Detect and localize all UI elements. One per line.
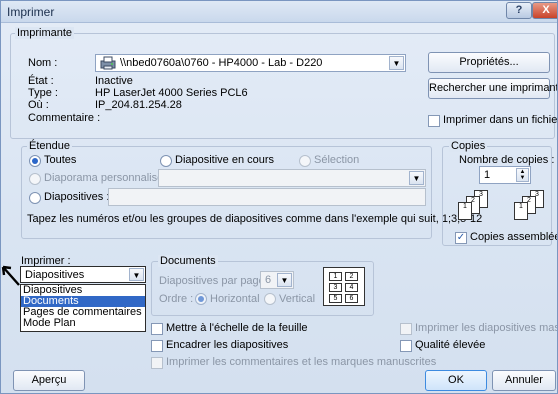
- preview-button[interactable]: Aperçu: [13, 370, 85, 391]
- print-what-select[interactable]: Diapositives ▼: [20, 266, 146, 283]
- slides-range-input[interactable]: [108, 188, 426, 206]
- comment-label: Commentaire :: [28, 112, 101, 124]
- printer-name-value: \\nbed0760a\0760 - HP4000 - Lab - D220: [120, 57, 323, 69]
- range-custom-label: Diaporama personnalisé :: [44, 172, 170, 184]
- copies-count-value: 1: [484, 169, 491, 181]
- print-what-dropdown[interactable]: Diapositives Documents Pages de commenta…: [20, 284, 146, 332]
- printer-name-label: Nom :: [28, 57, 58, 69]
- spin-arrows-icon[interactable]: ▲ ▼: [516, 168, 529, 182]
- chevron-down-icon[interactable]: ▼: [409, 171, 424, 185]
- copies-count-label: Nombre de copies :: [459, 154, 555, 166]
- scale-to-page-checkbox[interactable]: [151, 323, 163, 335]
- range-selection-label: Sélection: [314, 154, 360, 166]
- where-value: IP_204.81.254.28: [95, 99, 182, 111]
- range-current-radio[interactable]: [160, 155, 172, 167]
- range-selection-radio[interactable]: [299, 155, 311, 167]
- cancel-button[interactable]: Annuler: [492, 370, 556, 391]
- range-all-label: Toutes: [44, 154, 77, 166]
- handouts-group-label: Documents: [158, 255, 218, 267]
- order-horizontal-label: Horizontal: [210, 293, 260, 305]
- per-page-select[interactable]: 6 ▼: [260, 271, 294, 289]
- copies-group-label: Copies: [449, 140, 488, 152]
- close-button[interactable]: X: [532, 2, 557, 19]
- copies-count-input[interactable]: 1 ▲ ▼: [479, 166, 531, 184]
- range-all-radio[interactable]: [29, 155, 41, 167]
- order-label: Ordre :: [159, 293, 194, 305]
- window-title: Imprimer: [7, 5, 55, 19]
- type-value: HP LaserJet 4000 Series PCL6: [95, 87, 248, 99]
- high-quality-checkbox[interactable]: [400, 340, 412, 352]
- high-quality-label: Qualité élevée: [415, 339, 486, 351]
- find-printer-button[interactable]: Rechercher une imprimante...: [428, 78, 557, 99]
- print-to-file-label: Imprimer dans un fichier: [443, 114, 558, 126]
- order-vertical-label: Vertical: [279, 293, 316, 305]
- range-custom-radio[interactable]: [29, 173, 41, 185]
- print-comments-checkbox[interactable]: [151, 357, 163, 369]
- printer-name-select[interactable]: \\nbed0760a\0760 - HP4000 - Lab - D220 ▼: [95, 54, 406, 72]
- collate-checkbox[interactable]: ✓: [455, 232, 467, 244]
- custom-show-select[interactable]: ▼: [158, 169, 426, 187]
- chevron-down-icon[interactable]: ▼: [277, 273, 292, 287]
- per-page-label: Diapositives par page :: [159, 275, 271, 287]
- range-slides-radio[interactable]: [29, 192, 41, 204]
- printer-icon: [100, 56, 116, 70]
- range-current-label: Diapositive en cours: [175, 154, 275, 166]
- help-button[interactable]: ?: [506, 2, 532, 19]
- status-label: État :: [28, 75, 54, 87]
- scale-to-page-label: Mettre à l'échelle de la feuille: [166, 322, 308, 334]
- ok-button[interactable]: OK: [425, 370, 487, 391]
- print-hidden-slides-label: Imprimer les diapositives masquées: [415, 322, 557, 334]
- print-hidden-slides-checkbox[interactable]: [400, 323, 412, 335]
- chevron-down-icon[interactable]: ▼: [129, 268, 144, 281]
- print-to-file-checkbox[interactable]: [428, 115, 440, 127]
- print-what-value: Diapositives: [25, 269, 85, 281]
- status-value: Inactive: [95, 75, 133, 87]
- frame-slides-label: Encadrer les diapositives: [166, 339, 289, 351]
- where-label: Où :: [28, 99, 49, 111]
- per-page-value: 6: [265, 274, 272, 286]
- range-slides-label: Diapositives :: [44, 191, 110, 203]
- frame-slides-checkbox[interactable]: [151, 340, 163, 352]
- range-group-label: Étendue: [27, 140, 72, 152]
- collate-icon: 3 2 1 3 2 1: [456, 190, 546, 226]
- print-comments-label: Imprimer les commentaires et les marques…: [166, 356, 437, 368]
- properties-button[interactable]: Propriétés...: [428, 52, 550, 73]
- handout-preview: 1 2 3 4 5 6: [323, 267, 365, 306]
- printer-group-label: Imprimante: [15, 27, 75, 39]
- chevron-down-icon[interactable]: ▼: [389, 56, 404, 70]
- title-bar: Imprimer ? X: [1, 1, 557, 23]
- mouse-cursor-icon: [1, 263, 21, 293]
- range-hint: Tapez les numéros et/ou les groupes de d…: [27, 213, 483, 225]
- print-what-option[interactable]: Mode Plan: [21, 318, 145, 329]
- print-dialog: Imprimer ? X Imprimante Nom : \\nbed0760…: [0, 0, 558, 394]
- order-horizontal-radio[interactable]: [195, 293, 207, 305]
- order-vertical-radio[interactable]: [264, 293, 276, 305]
- type-label: Type :: [28, 87, 58, 99]
- collate-label: Copies assemblées: [470, 231, 558, 243]
